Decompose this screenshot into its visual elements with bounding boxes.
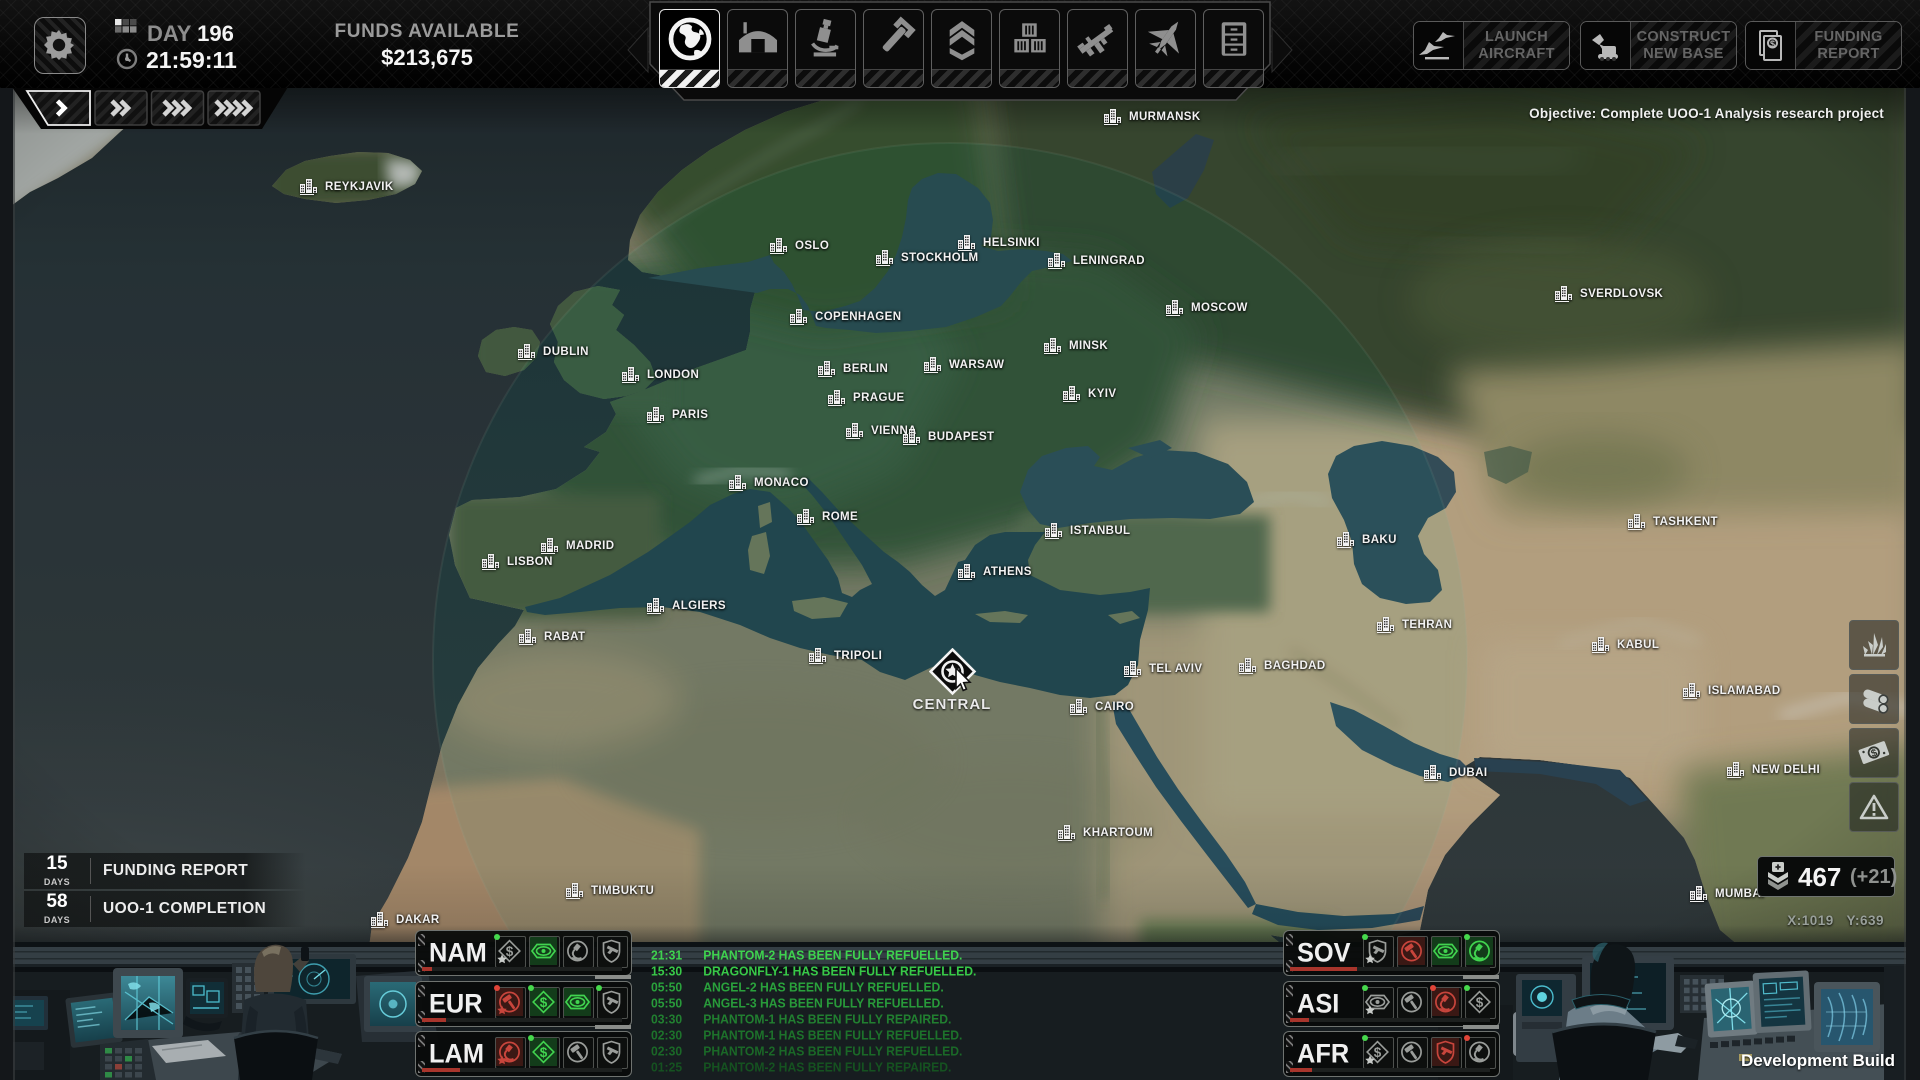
svg-text:$: $ [1769, 39, 1774, 49]
svg-text:$: $ [506, 944, 514, 959]
svg-text:$: $ [1374, 1045, 1382, 1060]
svg-text:$: $ [540, 1045, 548, 1060]
svg-text:$: $ [540, 995, 548, 1010]
svg-text:$: $ [1476, 995, 1484, 1010]
